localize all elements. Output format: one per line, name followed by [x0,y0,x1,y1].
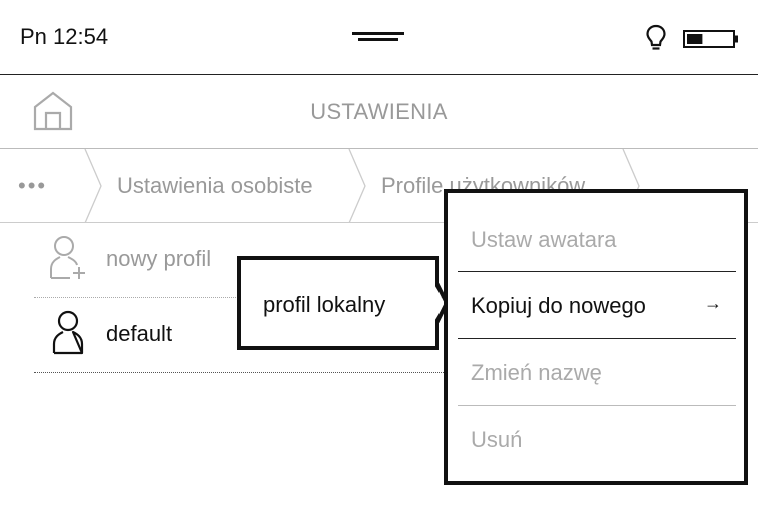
menu-divider [458,271,736,272]
add-user-icon [50,236,85,279]
menu-item-label: Ustaw awatara [471,227,617,252]
menu-item-rename[interactable]: Zmień nazwę [458,340,736,406]
menu-item-delete[interactable]: Usuń [458,407,736,473]
arrow-right-icon: → [704,293,722,313]
page-title: USTAWIENIA [310,99,448,124]
menu-item-label: Kopiuj do nowego [471,293,646,318]
menu-item-label: Usuń [471,427,523,452]
breadcrumb-separator-icon [348,149,366,223]
menu-divider [458,405,736,406]
breadcrumb-separator-icon [84,149,102,223]
breadcrumb-item-personal-settings[interactable]: Ustawienia osobiste [117,173,313,199]
battery-icon [683,30,738,48]
profile-submenu[interactable]: profil lokalny [237,256,439,350]
list-item-label: default [106,321,173,346]
clock: Pn 12:54 [20,24,109,49]
frontlight-bulb-icon[interactable] [644,24,668,52]
menu-item-set-avatar[interactable]: Ustaw awatara [458,207,736,273]
header: USTAWIENIA [0,75,758,149]
drag-handle-icon[interactable] [352,32,404,42]
list-item-label: nowy profil [106,246,212,271]
user-icon [52,310,84,355]
breadcrumb-overflow[interactable]: ••• [18,173,47,199]
status-bar: Pn 12:54 [0,0,758,75]
menu-item-copy-to-new[interactable]: Kopiuj do nowego → [458,273,736,339]
submenu-label: profil lokalny [263,292,386,317]
menu-divider [458,338,736,339]
menu-item-label: Zmień nazwę [471,360,602,385]
context-menu: Ustaw awatara Kopiuj do nowego → Zmień n… [444,189,748,485]
